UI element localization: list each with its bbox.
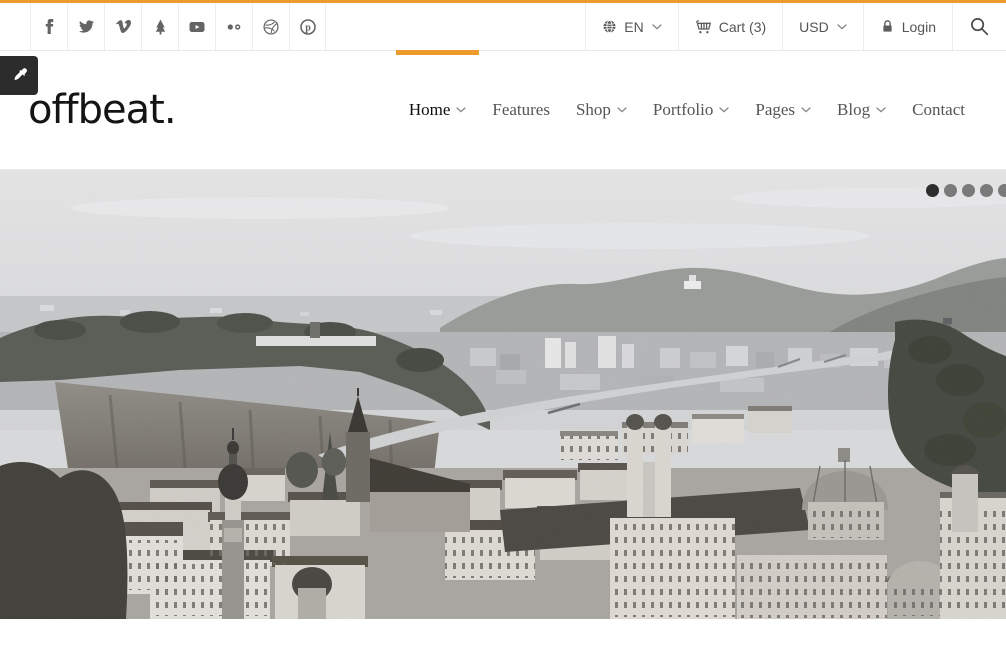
lock-icon: [880, 19, 895, 34]
social-youtube[interactable]: [178, 3, 215, 50]
nav-shop-label: Shop: [576, 100, 611, 120]
nav-portfolio[interactable]: Portfolio: [640, 51, 742, 170]
chevron-down-icon: [837, 24, 847, 30]
search-button[interactable]: [952, 3, 1006, 50]
slider-dot-1[interactable]: [926, 184, 939, 197]
nav-blog[interactable]: Blog: [824, 51, 899, 170]
nav-contact-label: Contact: [912, 100, 965, 120]
slider-dot-3[interactable]: [962, 184, 975, 197]
twitter-icon: [78, 19, 95, 34]
social-forrst[interactable]: [141, 3, 178, 50]
search-icon: [970, 17, 989, 36]
youtube-icon: [189, 19, 205, 35]
pinterest-icon: p: [300, 19, 316, 35]
social-flickr[interactable]: [215, 3, 252, 50]
site-logo[interactable]: offbeat.: [28, 87, 176, 133]
social-vimeo[interactable]: [104, 3, 141, 50]
globe-icon: [602, 19, 617, 34]
social-dribbble[interactable]: [252, 3, 289, 50]
nav-portfolio-label: Portfolio: [653, 100, 713, 120]
currency-selector[interactable]: USD: [782, 3, 863, 50]
nav-pages[interactable]: Pages: [742, 51, 824, 170]
topbar: p EN Cart (3) USD Login: [0, 0, 1006, 51]
cart-icon: [695, 19, 712, 35]
nav-blog-label: Blog: [837, 100, 870, 120]
chevron-down-icon: [801, 107, 811, 113]
nav-home[interactable]: Home: [396, 51, 480, 170]
cart-button[interactable]: Cart (3): [678, 3, 782, 50]
chevron-down-icon: [652, 24, 662, 30]
svg-text:p: p: [305, 22, 311, 33]
currency-label: USD: [799, 19, 829, 35]
nav-home-label: Home: [409, 100, 451, 120]
slider-dot-2[interactable]: [944, 184, 957, 197]
social-twitter[interactable]: [67, 3, 104, 50]
main-navigation: Home Features Shop Portfolio Pages: [396, 51, 978, 170]
header: offbeat. Home Features Shop Portfolio: [0, 51, 1006, 170]
page: p EN Cart (3) USD Login: [0, 0, 1006, 655]
chevron-down-icon: [617, 107, 627, 113]
slider-pagination: [926, 184, 1006, 197]
topbar-right: EN Cart (3) USD Login: [585, 3, 1006, 50]
hero-slider: [0, 170, 1006, 619]
social-facebook[interactable]: [30, 3, 67, 50]
slider-dot-5[interactable]: [998, 184, 1006, 197]
facebook-icon: [42, 19, 57, 34]
login-button[interactable]: Login: [863, 3, 952, 50]
nav-features-label: Features: [492, 100, 550, 120]
nav-features[interactable]: Features: [479, 51, 563, 170]
chevron-down-icon: [876, 107, 886, 113]
style-switcher-button[interactable]: [0, 56, 38, 95]
nav-shop[interactable]: Shop: [563, 51, 640, 170]
flickr-icon: [226, 19, 242, 35]
chevron-down-icon: [456, 107, 466, 113]
language-label: EN: [624, 19, 643, 35]
nav-pages-label: Pages: [755, 100, 795, 120]
nav-contact[interactable]: Contact: [899, 51, 978, 170]
dribbble-icon: [263, 19, 279, 35]
chevron-down-icon: [719, 107, 729, 113]
eyedropper-icon: [12, 68, 27, 83]
language-selector[interactable]: EN: [585, 3, 677, 50]
social-pinterest[interactable]: p: [289, 3, 326, 50]
slider-dot-4[interactable]: [980, 184, 993, 197]
login-label: Login: [902, 19, 936, 35]
cart-label: Cart (3): [719, 19, 766, 35]
vimeo-icon: [115, 19, 132, 34]
hero-slide-image: [0, 170, 1006, 619]
forrst-icon: [153, 19, 168, 35]
social-links: p: [30, 3, 326, 50]
